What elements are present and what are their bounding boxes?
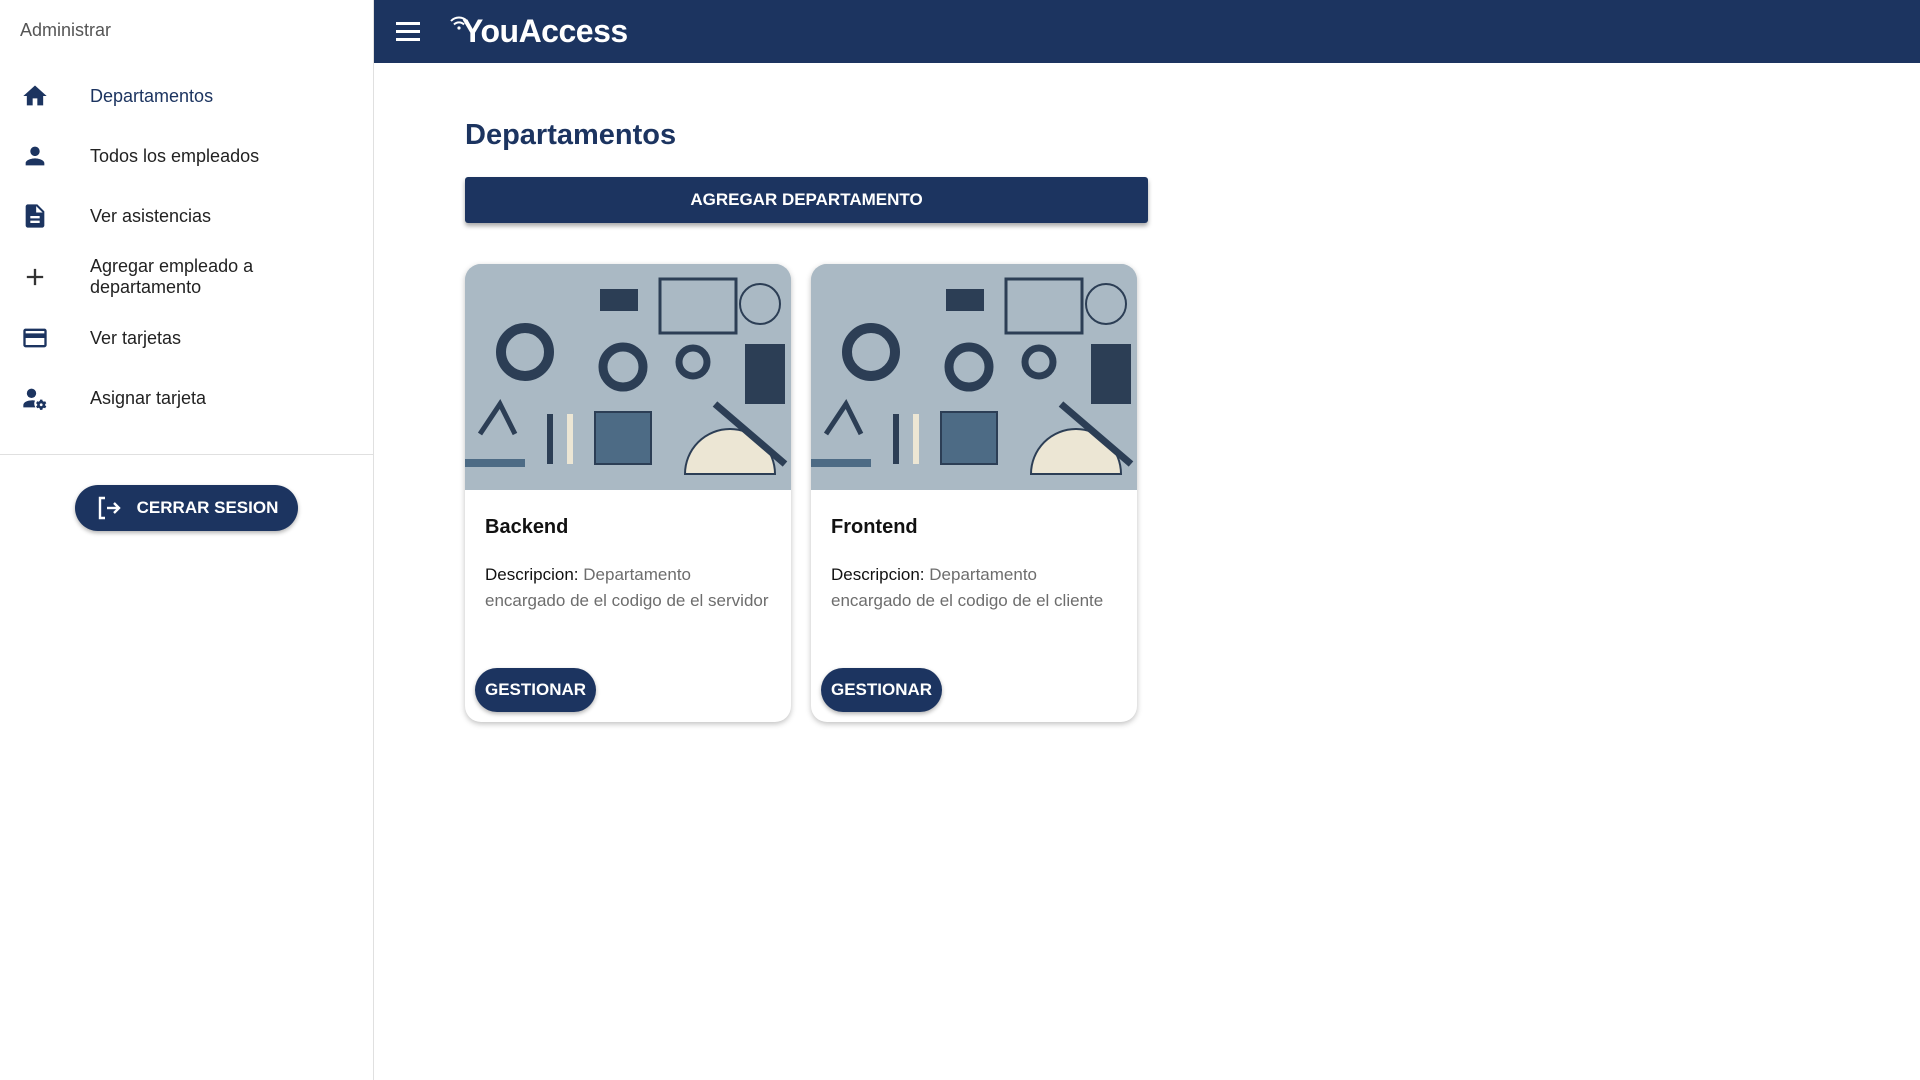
logout-icon: [98, 496, 121, 520]
department-cards: Backend Descripcion: Departamento encarg…: [465, 264, 1137, 722]
logout-button[interactable]: CERRAR SESION: [74, 485, 299, 531]
sidebar-nav: Departamentos Todos los empleados Ver as…: [0, 62, 373, 428]
sidebar-item-departamentos[interactable]: Departamentos: [0, 66, 373, 126]
sidebar-item-label: Todos los empleados: [90, 145, 260, 166]
sidebar: Administrar Departamentos Todos los empl…: [0, 0, 374, 1080]
sidebar-item-label: Ver tarjetas: [90, 327, 182, 348]
card-title: Backend: [485, 516, 569, 538]
logout-wrap: CERRAR SESION: [0, 485, 373, 531]
brand-logo: YouAccess: [450, 13, 628, 50]
card-description: Descripcion: Departamento encargado de e…: [485, 562, 775, 614]
description-key: Descripcion:: [485, 565, 579, 584]
user-settings-icon: [20, 383, 50, 413]
app-bar: YouAccess: [374, 0, 1920, 63]
card-title: Frontend: [831, 516, 918, 538]
sidebar-item-label: Asignar tarjeta: [90, 387, 207, 408]
department-image: [811, 264, 1137, 490]
logout-label: CERRAR SESION: [136, 498, 279, 517]
sidebar-divider: [0, 454, 373, 455]
sidebar-item-asignar-tarjeta[interactable]: Asignar tarjeta: [0, 368, 373, 428]
home-icon: [20, 81, 50, 111]
manage-button[interactable]: GESTIONAR: [475, 668, 597, 712]
department-image: [465, 264, 791, 490]
card-description: Descripcion: Departamento encargado de e…: [831, 562, 1121, 614]
add-department-button[interactable]: AGREGAR DEPARTAMENTO: [465, 177, 1148, 223]
sidebar-item-label: Ver asistencias: [90, 205, 212, 226]
sidebar-item-label: Agregar empleado a departamento: [90, 256, 254, 297]
menu-icon[interactable]: [396, 15, 430, 49]
manage-button[interactable]: GESTIONAR: [821, 668, 943, 712]
sidebar-item-ver-tarjetas[interactable]: Ver tarjetas: [0, 308, 373, 368]
department-card: Backend Descripcion: Departamento encarg…: [465, 264, 791, 722]
sidebar-item-todos-los-empleados[interactable]: Todos los empleados: [0, 126, 373, 186]
credit-card-icon: [20, 323, 50, 353]
sidebar-item-ver-asistencias[interactable]: Ver asistencias: [0, 186, 373, 246]
department-card: Frontend Descripcion: Departamento encar…: [811, 264, 1137, 722]
page-title: Departamentos: [465, 119, 677, 151]
sidebar-header: Administrar: [20, 20, 112, 40]
sidebar-item-agregar-empleado[interactable]: Agregar empleado a departamento: [0, 246, 373, 308]
description-key: Descripcion:: [831, 565, 925, 584]
brand-name: YouAccess: [462, 13, 628, 49]
sidebar-item-label: Departamentos: [90, 85, 214, 106]
plus-icon: [20, 262, 50, 292]
document-icon: [20, 201, 50, 231]
main-content: Departamentos AGREGAR DEPARTAMENTO Backe…: [374, 63, 1920, 1080]
person-icon: [20, 141, 50, 171]
